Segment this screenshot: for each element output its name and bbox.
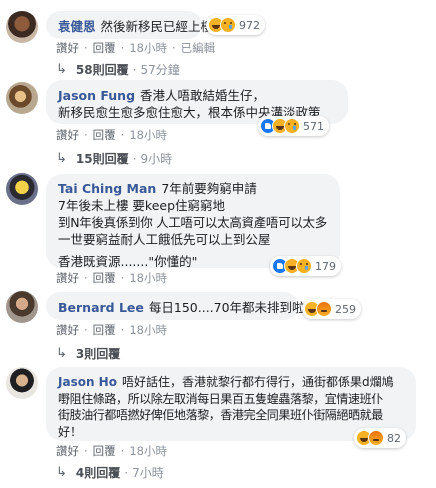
reply-link[interactable]: 回覆	[93, 443, 116, 459]
reaction-summary[interactable]: 972	[206, 15, 265, 35]
sad-icon	[284, 118, 300, 134]
comment-text: 7年前要夠窮申請	[161, 181, 257, 196]
comment-author[interactable]: Jason Ho	[58, 375, 117, 389]
comment: Jason Ho 唔好話住，香港就黎行都冇得行，通街都係果d爛鳩 嘢阻住條路，所以…	[0, 366, 436, 488]
comment: 袁健恩 然後新移民已經上樓 972 讚好 · 回覆 · 18小時 · 已編輯 ↳ 58則…	[0, 0, 436, 80]
comment-actions: 讚好 · 回覆 · 18小時	[56, 127, 167, 143]
comment: Tai Ching Man 7年前要夠窮申請 7年後未上樓 要keep住窮窮地 到…	[0, 170, 436, 285]
like-link[interactable]: 讚好	[56, 322, 79, 338]
reaction-summary[interactable]: 82	[354, 428, 406, 448]
comment-actions: 讚好 · 回覆 · 18小時	[56, 443, 167, 459]
avatar[interactable]	[6, 173, 38, 205]
comment-text: 香港人唔敢結婚生仔，	[140, 88, 266, 103]
reaction-count: 972	[239, 18, 260, 32]
comment-time[interactable]: 18小時	[129, 40, 167, 56]
comment-text: 然後新移民已經上樓	[100, 19, 214, 34]
view-replies[interactable]: ↳ 58則回覆 · 57分鐘	[56, 61, 180, 78]
comment-text: 到N年後真係到你 人工唔可以太高資產唔可以太多	[58, 215, 327, 230]
comment-author[interactable]: 袁健恩	[58, 19, 96, 34]
reaction-count: 259	[335, 302, 356, 316]
comment-text: 一世要窮益耐人工餓低先可以上到公屋	[58, 232, 271, 247]
angry-icon	[368, 430, 384, 446]
comment-text: 街肢油行都唔撚好俾佢地落黎，香港完全同果班仆街隔絕晒就最	[58, 408, 383, 422]
comment-bubble: 袁健恩 然後新移民已經上樓	[46, 11, 213, 39]
comment-actions: 讚好 · 回覆 · 18小時	[56, 322, 167, 338]
avatar[interactable]	[6, 291, 38, 323]
reaction-summary[interactable]: 259	[302, 299, 361, 319]
comment: Jason Fung 香港人唔敢結婚生仔， 新移民愈生愈多愈住愈大，根本係中央溝淡…	[0, 80, 436, 170]
edited-label[interactable]: 已編輯	[181, 40, 216, 56]
reaction-count: 82	[387, 431, 401, 445]
like-link[interactable]: 讚好	[56, 127, 79, 143]
like-link[interactable]: 讚好	[56, 443, 79, 459]
comment-time[interactable]: 18小時	[129, 443, 167, 459]
like-link[interactable]: 讚好	[56, 270, 79, 286]
reaction-count: 179	[315, 259, 336, 273]
like-link[interactable]: 讚好	[56, 40, 79, 56]
reply-count[interactable]: 3則回覆	[76, 345, 120, 362]
reply-link[interactable]: 回覆	[93, 127, 116, 143]
reply-time: 57分鐘	[140, 63, 180, 77]
comment-text: 7年後未上樓 要keep住窮窮地	[58, 198, 226, 213]
reaction-count: 571	[303, 119, 324, 133]
view-replies[interactable]: ↳ 15則回覆 · 9小時	[56, 150, 172, 167]
comment-time[interactable]: 18小時	[129, 127, 167, 143]
comment-text: 唔好話住，香港就黎行都冇得行，通街都係果d爛鳩	[121, 375, 394, 389]
comment-author[interactable]: Jason Fung	[58, 88, 135, 103]
reply-time: 9小時	[140, 152, 173, 166]
reply-count[interactable]: 58則回覆	[76, 61, 129, 78]
avatar[interactable]	[6, 367, 38, 399]
reply-count[interactable]: 4則回覆	[76, 464, 120, 481]
comment-author[interactable]: Bernard Lee	[58, 300, 144, 315]
comment-bubble: Bernard Lee 每日150....70年都未排到啦...	[46, 292, 316, 320]
reply-link[interactable]: 回覆	[93, 270, 116, 286]
reply-arrow-icon: ↳	[56, 62, 67, 77]
comment-actions: 讚好 · 回覆 · 18小時	[56, 270, 167, 286]
reply-arrow-icon: ↳	[56, 151, 67, 166]
reply-arrow-icon: ↳	[56, 346, 67, 361]
reply-arrow-icon: ↳	[56, 465, 67, 480]
comment-time[interactable]: 18小時	[129, 270, 167, 286]
reply-count[interactable]: 15則回覆	[76, 150, 129, 167]
angry-icon	[316, 301, 332, 317]
comment-author[interactable]: Tai Ching Man	[58, 181, 156, 196]
avatar[interactable]	[6, 11, 38, 43]
comment-time[interactable]: 18小時	[129, 322, 167, 338]
comment-actions: 讚好 · 回覆 · 18小時 · 已編輯	[56, 40, 216, 56]
comment: Bernard Lee 每日150....70年都未排到啦... 259 讚好 · …	[0, 288, 436, 362]
reply-time: 7小時	[132, 466, 164, 480]
comment-text: 好！	[58, 424, 83, 439]
reaction-summary[interactable]: 571	[258, 116, 329, 136]
sad-icon	[296, 258, 312, 274]
reply-link[interactable]: 回覆	[93, 322, 116, 338]
sad-icon	[220, 17, 236, 33]
view-replies[interactable]: ↳ 4則回覆 · 7小時	[56, 464, 164, 481]
avatar[interactable]	[6, 82, 38, 114]
reaction-summary[interactable]: 179	[270, 256, 341, 276]
comment-text: 每日150....70年都未排到啦...	[148, 300, 317, 315]
comment-bubble: Tai Ching Man 7年前要夠窮申請 7年後未上樓 要keep住窮窮地 到…	[46, 174, 340, 269]
view-replies[interactable]: ↳ 3則回覆	[56, 345, 120, 362]
reply-link[interactable]: 回覆	[93, 40, 116, 56]
comment-text: 嘢阻住條路，所以除左取消每日果百五隻蝗蟲落黎，宜情速班仆	[58, 391, 383, 406]
